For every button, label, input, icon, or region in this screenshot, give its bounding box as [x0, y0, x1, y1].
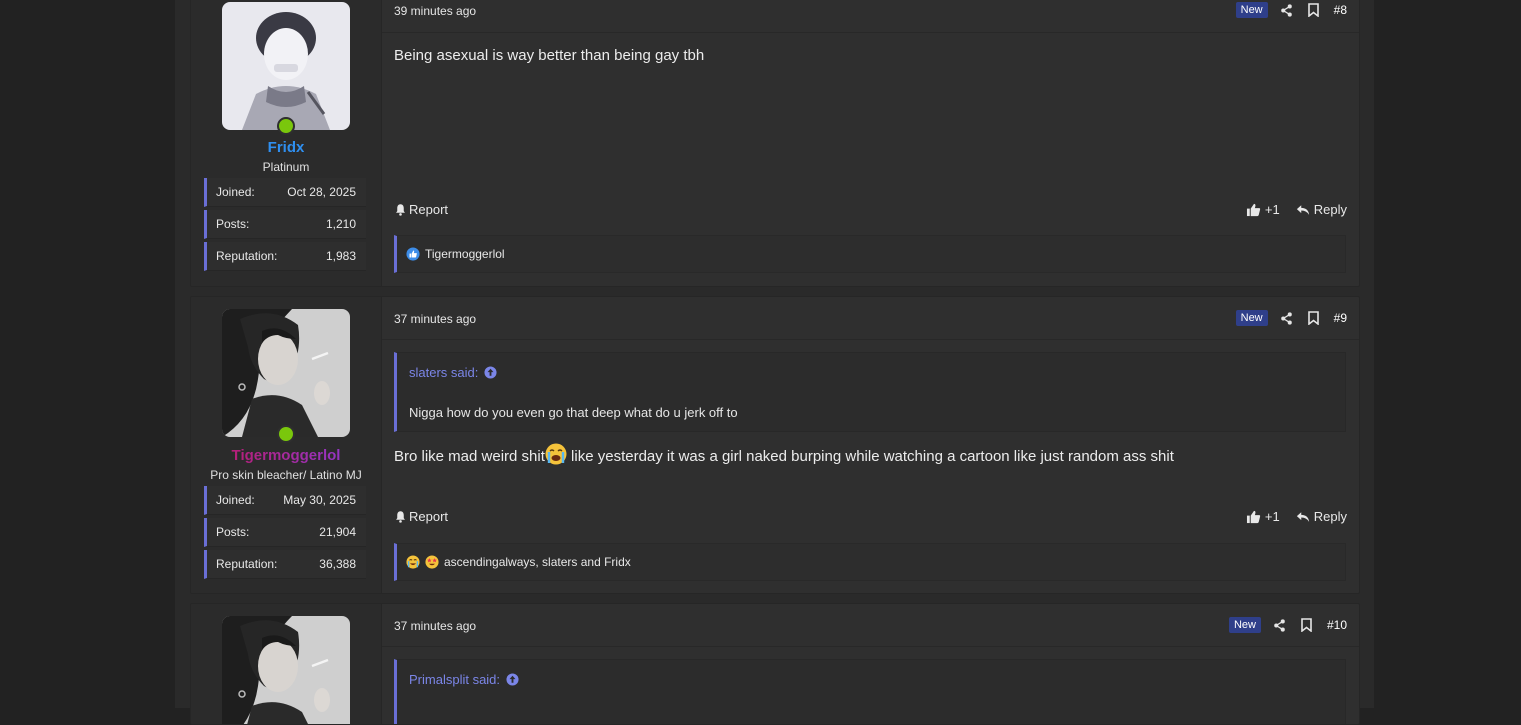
quote-block: slaters said: Nigga how do you even go t…	[394, 352, 1346, 432]
stat-value: May 30, 2025	[283, 493, 356, 507]
avatar[interactable]	[222, 616, 350, 724]
quote-author: slaters said:	[409, 365, 479, 380]
divider	[382, 32, 1359, 33]
reactions-users[interactable]: ascendingalways, slaters and Fridx	[444, 555, 631, 569]
avatar[interactable]	[222, 309, 350, 437]
reply-button[interactable]: Reply	[1296, 202, 1347, 217]
new-badge: New	[1235, 2, 1268, 18]
post-body: Being asexual is way better than being g…	[394, 47, 705, 64]
like-count: +1	[1264, 509, 1280, 524]
stat-label: Joined:	[216, 493, 255, 507]
post-number-link[interactable]: #9	[1334, 311, 1347, 325]
online-status-icon	[277, 117, 295, 135]
user-title: Platinum	[262, 160, 310, 174]
divider	[382, 339, 1359, 340]
stat-joined: Joined: Oct 28, 2025	[204, 178, 366, 207]
arrow-up-circle-icon	[484, 366, 497, 379]
like-count: +1	[1264, 202, 1280, 217]
reply-icon	[1296, 511, 1309, 522]
share-icon[interactable]	[1280, 311, 1294, 325]
like-button[interactable]: +1	[1246, 509, 1280, 524]
username[interactable]: Fridx	[191, 139, 381, 156]
post-actions: +1 Reply	[1246, 202, 1347, 217]
arrow-up-circle-icon	[506, 673, 519, 686]
user-info-panel: Fridx Platinum Joined: Oct 28, 2025 Post…	[191, 0, 382, 286]
star-struck-reaction-icon	[425, 555, 439, 569]
stat-label: Reputation:	[216, 249, 278, 263]
bookmark-icon[interactable]	[1307, 3, 1321, 17]
crying-laugh-reaction-icon	[406, 555, 420, 569]
report-label: Report	[409, 202, 449, 217]
post-number-link[interactable]: #10	[1327, 618, 1347, 632]
quote-author-link[interactable]: Primalsplit said:	[409, 672, 519, 687]
reply-label: Reply	[1313, 202, 1347, 217]
share-icon[interactable]	[1273, 618, 1287, 632]
stat-value: Oct 28, 2025	[287, 185, 356, 199]
stat-label: Joined:	[216, 185, 255, 199]
reply-icon	[1296, 204, 1309, 215]
reactions-users[interactable]: Tigermoggerlol	[425, 247, 505, 261]
stat-value: 21,904	[319, 525, 356, 539]
avatar[interactable]	[222, 2, 350, 130]
quote-block: Primalsplit said:	[394, 659, 1346, 724]
thumbs-up-icon	[1246, 203, 1261, 216]
bell-icon	[396, 204, 405, 216]
thread-page: Fridx Platinum Joined: Oct 28, 2025 Post…	[175, 0, 1374, 725]
stat-posts: Posts: 21,904	[204, 518, 366, 547]
stat-reputation: Reputation: 1,983	[204, 242, 366, 271]
user-title: Pro skin bleacher/ Latino MJ	[210, 468, 362, 482]
post-8: Fridx Platinum Joined: Oct 28, 2025 Post…	[190, 0, 1360, 287]
user-info-panel: Tigermoggerlol Pro skin bleacher/ Latino…	[191, 297, 382, 593]
stat-joined: Joined: May 30, 2025	[204, 486, 366, 515]
post-timestamp[interactable]: 37 minutes ago	[394, 619, 476, 633]
post-9: Tigermoggerlol Pro skin bleacher/ Latino…	[190, 296, 1360, 594]
stat-posts: Posts: 1,210	[204, 210, 366, 239]
bookmark-icon[interactable]	[1300, 618, 1314, 632]
like-reaction-icon	[406, 247, 420, 261]
post-meta-actions: New #10	[1228, 617, 1347, 633]
bell-icon	[396, 511, 405, 523]
report-button[interactable]: Report	[394, 509, 448, 524]
post-timestamp[interactable]: 39 minutes ago	[394, 4, 476, 18]
post-timestamp[interactable]: 37 minutes ago	[394, 312, 476, 326]
report-label: Report	[409, 509, 449, 524]
post-body: Bro like mad weird shit like yesterday i…	[394, 443, 1174, 465]
reply-button[interactable]: Reply	[1296, 509, 1347, 524]
reactions-bar[interactable]: Tigermoggerlol	[394, 235, 1346, 273]
post-actions: +1 Reply	[1246, 509, 1347, 524]
post-number-link[interactable]: #8	[1334, 3, 1347, 17]
user-info-panel	[191, 604, 382, 724]
post-body-part: Bro like mad weird shit	[394, 448, 545, 465]
online-status-icon	[277, 425, 295, 443]
quote-author: Primalsplit said:	[409, 672, 501, 687]
stat-value: 1,210	[325, 217, 356, 231]
username[interactable]: Tigermoggerlol	[191, 447, 381, 464]
stat-reputation: Reputation: 36,388	[204, 550, 366, 579]
quote-text: Nigga how do you even go that deep what …	[409, 405, 738, 420]
thumbs-up-icon	[1246, 510, 1261, 523]
like-button[interactable]: +1	[1246, 202, 1280, 217]
report-button[interactable]: Report	[394, 202, 448, 217]
reactions-bar[interactable]: ascendingalways, slaters and Fridx	[394, 543, 1346, 581]
new-badge: New	[1228, 617, 1261, 633]
stat-value: 36,388	[319, 557, 356, 571]
quote-author-link[interactable]: slaters said:	[409, 365, 497, 380]
post-meta-actions: New #9	[1235, 310, 1347, 326]
stat-value: 1,983	[325, 249, 356, 263]
stat-label: Reputation:	[216, 557, 278, 571]
stat-label: Posts:	[216, 217, 250, 231]
new-badge: New	[1235, 310, 1268, 326]
post-10: 37 minutes ago New #10 Primalsplit said:	[190, 603, 1360, 725]
stat-label: Posts:	[216, 525, 250, 539]
loudly-crying-emoji-icon	[545, 443, 567, 465]
post-body-part: like yesterday it was a girl naked burpi…	[566, 448, 1174, 465]
share-icon[interactable]	[1280, 3, 1294, 17]
divider	[382, 646, 1359, 647]
bookmark-icon[interactable]	[1307, 311, 1321, 325]
post-meta-actions: New #8	[1235, 2, 1347, 18]
reply-label: Reply	[1313, 509, 1347, 524]
